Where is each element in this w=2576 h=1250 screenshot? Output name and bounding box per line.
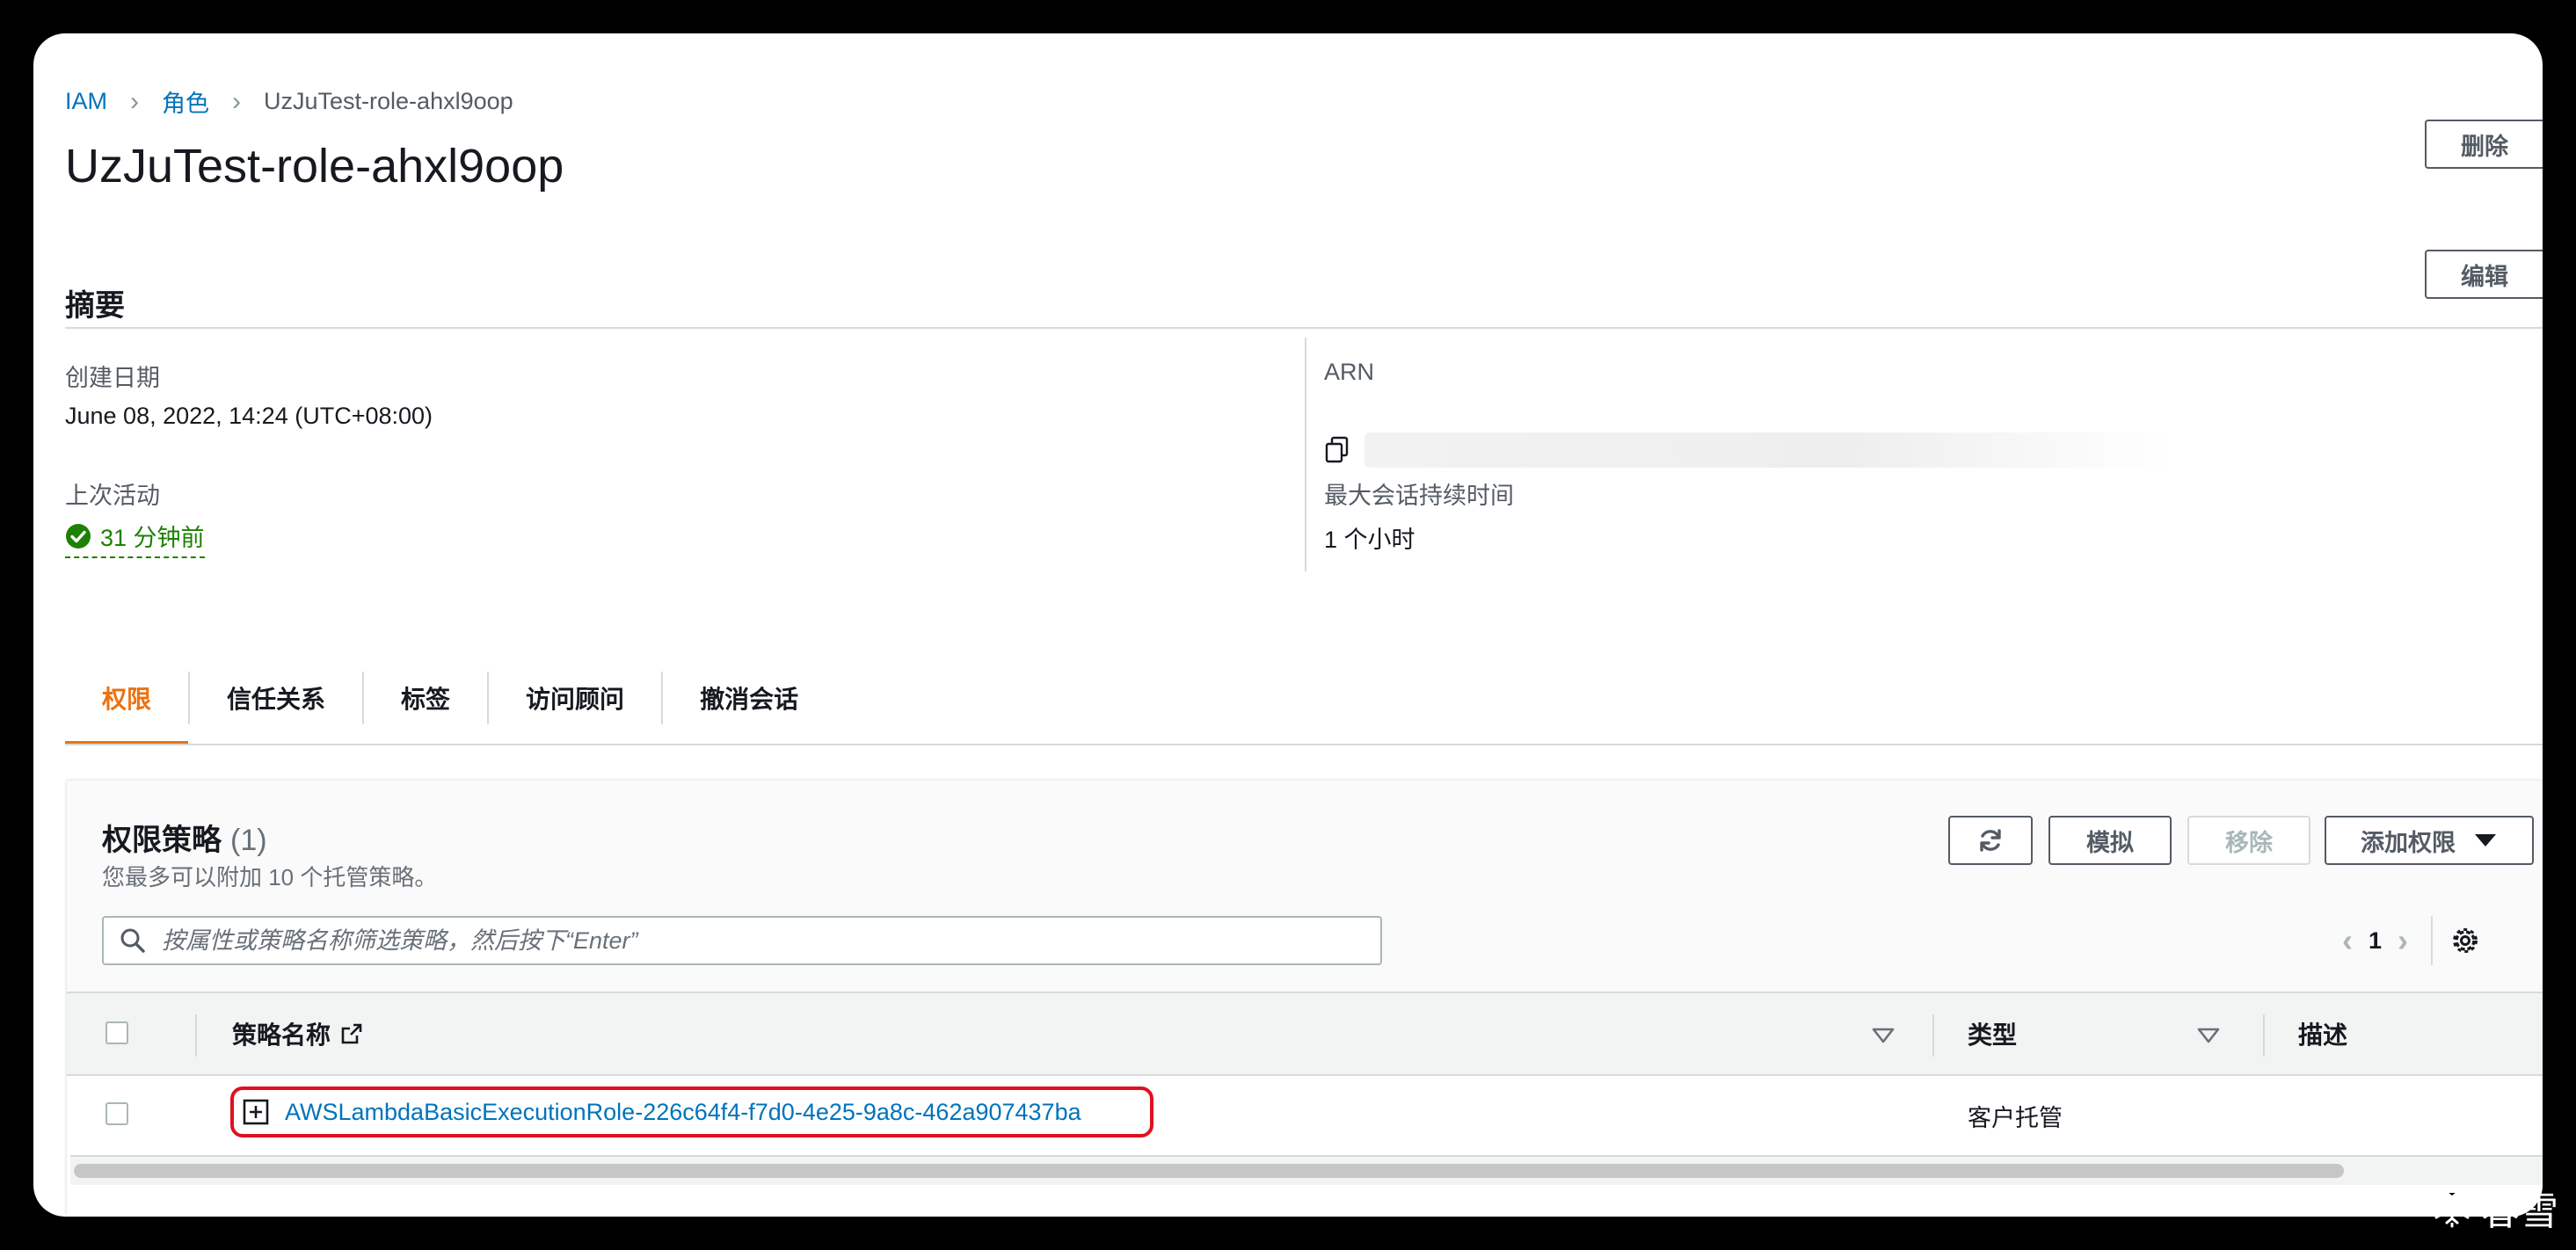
row-checkbox[interactable] [106,1102,128,1125]
add-permissions-label: 添加权限 [2361,829,2456,856]
tabs-underline [65,744,2543,745]
caret-down-icon [2475,834,2496,847]
arn-value [1324,432,2173,468]
arn-label: ARN [1324,359,1375,385]
permissions-policies-panel: 权限策略 (1) 您最多可以附加 10 个托管策略。 模拟 移除 添加权限 按属… [67,781,2543,1217]
snowflake-icon [2434,1188,2470,1228]
watermark: 春雪 [2430,1180,2558,1236]
current-page-number[interactable]: 1 [2369,927,2382,955]
policy-name-link[interactable]: AWSLambdaBasicExecutionRole-226c64f4-f7d… [285,1099,1081,1126]
tab-revoke-sessions[interactable]: 撤消会话 [663,650,835,745]
last-activity-label: 上次活动 [65,483,160,509]
external-link-icon [341,1023,362,1044]
policy-type: 客户托管 [1968,1105,2063,1131]
column-policy-name[interactable]: 策略名称 [232,993,364,1074]
simulate-button[interactable]: 模拟 [2048,816,2172,865]
breadcrumb-iam[interactable]: IAM [65,88,107,115]
chevron-left-icon[interactable]: ‹ [2326,922,2369,959]
max-session-label: 最大会话持续时间 [1324,483,1514,509]
console-window: IAM › 角色 › UzJuTest-role-ahxl9oop UzJuTe… [33,33,2543,1217]
expand-icon[interactable] [243,1099,269,1125]
horizontal-scrollbar[interactable] [70,1155,2543,1185]
panel-title: 权限策略 (1) [102,816,267,859]
column-description[interactable]: 描述 [2298,993,2347,1074]
check-circle-icon [66,523,91,549]
highlighted-policy: AWSLambdaBasicExecutionRole-226c64f4-f7d… [230,1086,1153,1137]
table-row: AWSLambdaBasicExecutionRole-226c64f4-f7d… [67,1076,2543,1153]
breadcrumb-current: UzJuTest-role-ahxl9oop [264,88,513,114]
remove-button[interactable]: 移除 [2187,816,2310,865]
policy-table-header: 策略名称 类型 描述 [67,992,2543,1076]
add-permissions-button[interactable]: 添加权限 [2325,816,2534,865]
sort-down-icon[interactable] [2196,1027,2221,1044]
policy-search-input[interactable] [160,926,1359,956]
arn-redacted [1364,432,2173,468]
select-all-checkbox[interactable] [106,1021,128,1044]
column-type[interactable]: 类型 [1968,993,2017,1074]
summary-column-divider [1305,338,1306,571]
role-tabs: 权限 信任关系 标签 访问顾问 撤消会话 [65,650,835,745]
summary-title: 摘要 [65,289,125,323]
tab-tags[interactable]: 标签 [364,650,487,745]
gear-icon[interactable] [2450,926,2480,956]
copy-icon[interactable] [1324,436,1350,464]
delete-button[interactable]: 删除 [2425,120,2543,169]
page-title: UzJuTest-role-ahxl9oop [65,140,564,193]
created-date-value: June 08, 2022, 14:24 (UTC+08:00) [65,403,433,429]
policy-count: (1) [230,824,267,857]
breadcrumb-roles[interactable]: 角色 [162,84,209,119]
last-activity-text: 31 分钟前 [100,525,205,551]
last-activity-value[interactable]: 31 分钟前 [65,519,205,558]
refresh-button[interactable] [1948,816,2033,865]
chevron-right-icon[interactable]: › [2382,922,2424,959]
tab-trust-relationships[interactable]: 信任关系 [190,650,362,745]
summary-divider-line [65,327,2543,329]
column-policy-name-label: 策略名称 [232,1021,331,1049]
policy-search[interactable] [102,916,1382,965]
refresh-icon [1980,829,2001,852]
tab-access-advisor[interactable]: 访问顾问 [489,650,661,745]
panel-description: 您最多可以附加 10 个托管策略。 [102,864,438,890]
search-icon [120,928,145,953]
edit-button[interactable]: 编辑 [2425,250,2543,299]
pagination: ‹ 1 › [2326,916,2480,965]
sort-down-icon[interactable] [1871,1027,1896,1044]
panel-title-text: 权限策略 [102,824,222,857]
chevron-right-icon: › [130,86,140,116]
scrollbar-thumb[interactable] [74,1164,2344,1178]
created-date-label: 创建日期 [65,365,160,391]
panel-header: 权限策略 (1) 您最多可以附加 10 个托管策略。 模拟 移除 添加权限 按属… [67,781,2543,992]
breadcrumb: IAM › 角色 › UzJuTest-role-ahxl9oop [65,84,513,119]
max-session-value: 1 个小时 [1324,527,1415,553]
watermark-text: 春雪 [2481,1189,2558,1234]
tab-permissions[interactable]: 权限 [65,650,189,745]
chevron-right-icon: › [232,86,242,116]
